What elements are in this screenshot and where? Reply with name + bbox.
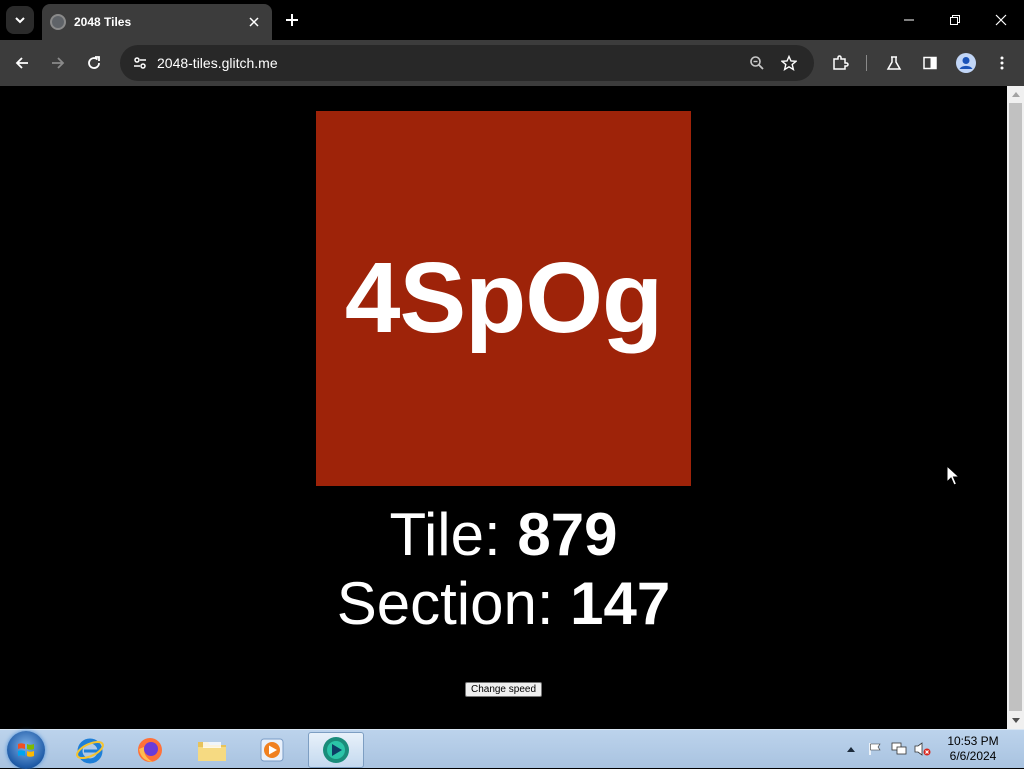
reload-icon [88,56,100,69]
profile-icon [956,53,976,73]
windows-logo-icon [18,743,34,757]
tab-title: 2048 Tiles [74,15,132,29]
arrow-right-icon [52,57,65,69]
more-vert-icon [1000,56,1004,70]
change-speed-button[interactable]: Change speed [465,682,542,697]
folder-icon [198,742,226,761]
system-clock[interactable]: 10:53 PM 6/6/2024 [940,734,1006,764]
page-scrollbar[interactable] [1007,86,1024,729]
tile-text: 4SpOg [344,242,663,354]
network-icon [891,742,907,755]
tab-2048-tiles[interactable]: 2048 Tiles [42,4,272,40]
toolbar-separator [866,55,867,71]
tab-close-button[interactable] [244,12,264,32]
extensions-button[interactable] [826,49,854,77]
site-info-button[interactable] [128,51,152,75]
network-button[interactable] [890,740,908,758]
taskbar-firefox[interactable] [122,732,178,768]
side-panel-icon [923,56,937,70]
close-window-button[interactable] [978,0,1024,40]
clock-date: 6/6/2024 [949,749,997,763]
tile: 4SpOg [316,111,691,486]
media-player-icon [260,738,284,762]
triangle-down-icon [1011,718,1020,723]
internet-explorer-icon [76,738,104,764]
restore-button[interactable] [932,0,978,40]
show-hidden-icons-button[interactable] [842,740,860,758]
minimize-button[interactable] [886,0,932,40]
globe-icon [50,14,66,30]
mouse-cursor-icon [946,465,960,486]
tile-value: 879 [517,501,618,568]
star-icon [781,55,797,71]
firefox-icon [138,738,162,762]
reload-button[interactable] [80,49,108,77]
back-button[interactable] [8,49,36,77]
triangle-up-icon [847,747,855,752]
forward-button[interactable] [44,49,72,77]
clock-time: 10:53 PM [947,734,999,748]
section-counter: Section: 147 [0,569,1007,639]
arrow-left-icon [15,57,28,69]
taskbar-explorer[interactable] [184,732,240,768]
tune-icon [134,57,146,69]
taskbar-chrome-app[interactable] [308,732,364,768]
chevron-down-icon [15,17,25,24]
start-button[interactable] [7,731,45,769]
taskbar-internet-explorer[interactable] [62,732,118,768]
tile-label: Tile: [389,501,518,568]
new-tab-button[interactable] [280,8,304,32]
flag-icon [869,743,881,755]
scroll-up-button[interactable] [1007,86,1024,102]
section-value: 147 [570,570,671,637]
volume-muted-icon [914,742,931,756]
volume-button[interactable] [914,740,932,758]
app-icon [323,737,349,763]
address-bar[interactable]: 2048-tiles.glitch.me [120,45,814,81]
side-panel-button[interactable] [916,49,944,77]
page-viewport: 4SpOg Tile: 879 Section: 147 Change spee… [0,86,1007,729]
minimize-icon [904,19,914,21]
zoom-button[interactable] [746,52,768,74]
tile-counter: Tile: 879 [0,500,1007,570]
tab-search-button[interactable] [6,6,34,34]
puzzle-icon [833,55,849,70]
taskbar-media-player[interactable] [244,732,300,768]
menu-button[interactable] [988,49,1016,77]
close-icon [249,17,259,27]
flask-icon [886,56,902,70]
close-icon [995,14,1007,26]
triangle-up-icon [1011,92,1020,97]
scroll-thumb[interactable] [1009,103,1022,711]
bookmark-button[interactable] [778,52,800,74]
labs-button[interactable] [880,49,908,77]
browser-toolbar: 2048-tiles.glitch.me [0,40,1024,86]
zoom-icon [750,56,764,70]
section-label: Section: [336,570,571,637]
action-center-button[interactable] [866,740,884,758]
tab-strip: 2048 Tiles [0,0,1024,40]
scroll-down-button[interactable] [1007,713,1024,729]
url-text: 2048-tiles.glitch.me [157,55,278,71]
profile-button[interactable] [952,49,980,77]
taskbar: 10:53 PM 6/6/2024 [0,729,1024,769]
plus-icon [286,14,298,26]
restore-icon [950,15,960,25]
